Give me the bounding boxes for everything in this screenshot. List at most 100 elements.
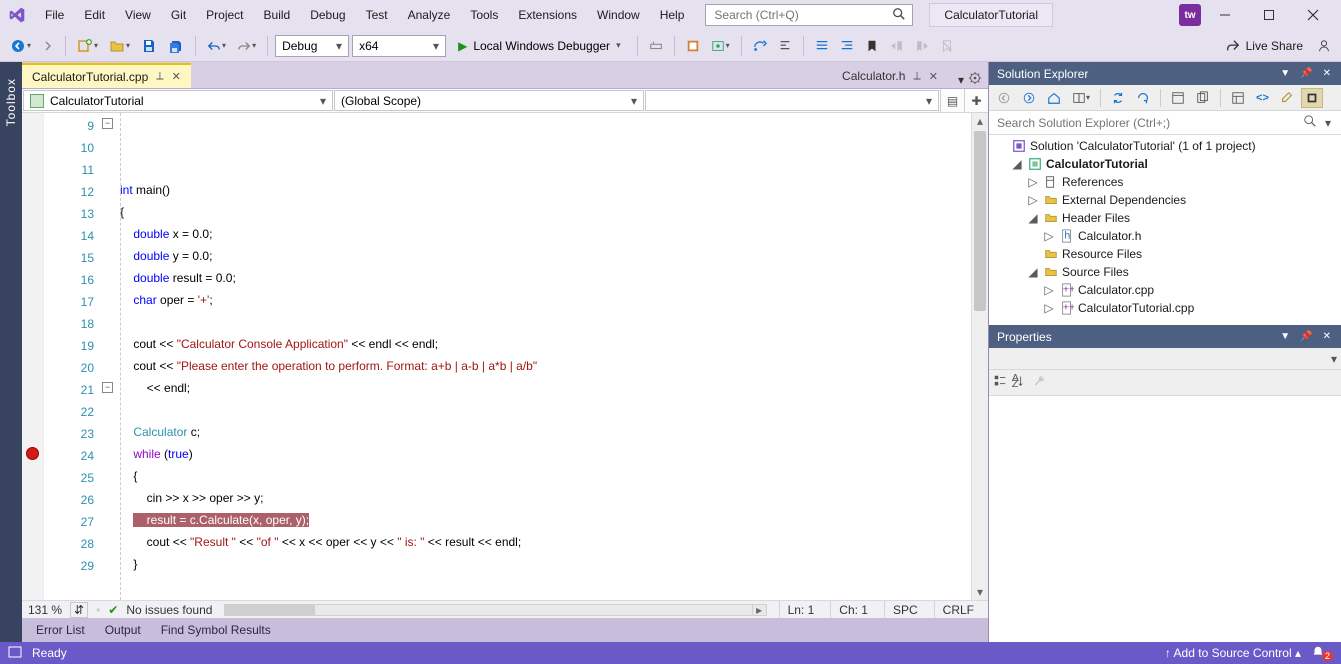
menu-build[interactable]: Build	[255, 4, 300, 26]
nav-scope-project[interactable]: CalculatorTutorial▾	[23, 90, 333, 111]
fold-column[interactable]: −−	[100, 113, 118, 600]
close-tab-icon[interactable]: ✕	[929, 70, 938, 83]
se-switchview-icon[interactable]: ▾	[1068, 88, 1094, 108]
scroll-up-icon[interactable]: ▴	[972, 113, 988, 129]
se-collapse-icon[interactable]	[1167, 88, 1189, 108]
search-options-icon[interactable]: ▾	[1321, 116, 1335, 130]
se-refresh-icon[interactable]	[1132, 88, 1154, 108]
tree-source-item-2[interactable]: ▷++CalculatorTutorial.cpp	[989, 299, 1341, 317]
split-editor-icon[interactable]: ▤	[940, 89, 964, 112]
menu-extensions[interactable]: Extensions	[509, 4, 586, 26]
add-to-source-control[interactable]: ↑ Add to Source Control ▴	[1165, 646, 1301, 660]
step-over-icon[interactable]	[749, 34, 771, 58]
horizontal-scrollbar[interactable]: ◂ ▸	[224, 604, 766, 616]
start-debugging-button[interactable]: ▶ Local Windows Debugger ▾	[449, 34, 630, 58]
close-tab-icon[interactable]: ✕	[172, 70, 181, 83]
save-all-button[interactable]	[164, 34, 188, 58]
menu-analyze[interactable]: Analyze	[399, 4, 460, 26]
redo-button[interactable]: ▾	[233, 34, 260, 58]
feedback-icon[interactable]	[1313, 34, 1335, 58]
save-button[interactable]	[137, 34, 161, 58]
tab-options-icon[interactable]	[968, 71, 982, 88]
tree-headers-node[interactable]: ◢Header Files	[989, 209, 1341, 227]
pin-icon[interactable]: 📌	[1298, 329, 1314, 344]
vertical-scrollbar[interactable]: ▴ ▾	[971, 113, 988, 600]
platform-select[interactable]: x64▾	[352, 35, 446, 57]
prev-bookmark-icon[interactable]	[886, 34, 908, 58]
toolbox-panel[interactable]: Toolbox	[0, 62, 22, 642]
tab-chevron-icon[interactable]: ▾	[958, 73, 964, 87]
eol-mode[interactable]: CRLF	[934, 601, 982, 618]
clear-bookmarks-icon[interactable]	[936, 34, 958, 58]
solution-explorer-search-input[interactable]	[995, 115, 1299, 131]
indent-left-icon[interactable]	[774, 34, 796, 58]
solution-title[interactable]: CalculatorTutorial	[929, 3, 1053, 27]
menu-debug[interactable]: Debug	[301, 4, 354, 26]
chevron-down-icon[interactable]: ▼	[1278, 329, 1292, 344]
configuration-select[interactable]: Debug▾	[275, 35, 349, 57]
toolbar-btn-c[interactable]: ▾	[707, 34, 734, 58]
undo-button[interactable]: ▾	[203, 34, 230, 58]
prop-categorize-icon[interactable]	[993, 374, 1007, 391]
nav-scope-namespace[interactable]: (Global Scope)▾	[334, 90, 644, 111]
se-showall-icon[interactable]	[1192, 88, 1214, 108]
format-a-icon[interactable]	[811, 34, 833, 58]
open-file-button[interactable]: ▾	[105, 34, 134, 58]
nav-fwd-button[interactable]	[38, 34, 58, 58]
editor-tab-other[interactable]: Calculator.h ⟂ ✕	[832, 63, 948, 88]
tree-header-item[interactable]: ▷hCalculator.h	[989, 227, 1341, 245]
bookmark-icon[interactable]	[861, 34, 883, 58]
live-share-button[interactable]: Live Share	[1226, 39, 1303, 53]
zoom-level[interactable]: 131 %	[28, 603, 62, 617]
toolbar-btn-b[interactable]	[682, 34, 704, 58]
pin-icon[interactable]: ⟂	[913, 70, 920, 83]
se-filter-toggle[interactable]	[1301, 88, 1323, 108]
code-editor[interactable]: 9101112131415161718192021222324252627282…	[22, 113, 988, 600]
menu-edit[interactable]: Edit	[75, 4, 114, 26]
pin-icon[interactable]: 📌	[1298, 66, 1314, 81]
menu-tools[interactable]: Tools	[461, 4, 507, 26]
menu-window[interactable]: Window	[588, 4, 649, 26]
nav-scope-member[interactable]: ▾	[645, 90, 939, 111]
next-bookmark-icon[interactable]	[911, 34, 933, 58]
se-properties-icon[interactable]	[1227, 88, 1249, 108]
hscroll-right-icon[interactable]: ▸	[752, 605, 766, 615]
scroll-down-icon[interactable]: ▾	[972, 584, 988, 600]
tree-external-node[interactable]: ▷External Dependencies	[989, 191, 1341, 209]
window-close-button[interactable]	[1293, 1, 1333, 29]
se-fwd-icon[interactable]	[1018, 88, 1040, 108]
new-project-button[interactable]: ▾	[73, 34, 102, 58]
chevron-down-icon[interactable]: ▼	[1278, 66, 1292, 81]
solution-explorer-tree[interactable]: Solution 'CalculatorTutorial' (1 of 1 pr…	[989, 135, 1341, 325]
menu-file[interactable]: File	[36, 4, 73, 26]
search-icon[interactable]	[1299, 114, 1321, 131]
format-b-icon[interactable]	[836, 34, 858, 58]
nav-back-button[interactable]: ▾	[6, 34, 35, 58]
menu-test[interactable]: Test	[357, 4, 397, 26]
tree-solution-node[interactable]: Solution 'CalculatorTutorial' (1 of 1 pr…	[989, 137, 1341, 155]
quick-search-input[interactable]	[712, 7, 892, 23]
window-frame-icon[interactable]	[8, 646, 22, 661]
pin-icon[interactable]: ⟂	[156, 70, 163, 83]
se-preview-icon[interactable]	[1276, 88, 1298, 108]
tree-sources-node[interactable]: ◢Source Files	[989, 263, 1341, 281]
tree-project-node[interactable]: ◢CalculatorTutorial	[989, 155, 1341, 173]
indent-mode[interactable]: SPC	[884, 601, 926, 618]
nav-plus-icon[interactable]: ✚	[964, 89, 988, 112]
issues-label[interactable]: No issues found	[126, 603, 212, 617]
se-back-icon[interactable]	[993, 88, 1015, 108]
tab-find-symbol[interactable]: Find Symbol Results	[153, 620, 279, 640]
menu-view[interactable]: View	[116, 4, 160, 26]
se-sync-icon[interactable]	[1107, 88, 1129, 108]
prop-wrench-icon[interactable]	[1033, 374, 1047, 391]
breakpoint-margin[interactable]	[22, 113, 44, 600]
code-area[interactable]: int main(){ double x = 0.0; double y = 0…	[118, 113, 971, 600]
window-maximize-button[interactable]	[1249, 1, 1289, 29]
tree-references-node[interactable]: ▷References	[989, 173, 1341, 191]
menu-help[interactable]: Help	[651, 4, 694, 26]
se-code-icon[interactable]: <>	[1252, 89, 1273, 107]
close-icon[interactable]: ✕	[1321, 329, 1333, 344]
properties-select-strip[interactable]: ▾	[989, 348, 1341, 370]
prop-sort-icon[interactable]: AZ	[1011, 374, 1025, 391]
window-minimize-button[interactable]	[1205, 1, 1245, 29]
